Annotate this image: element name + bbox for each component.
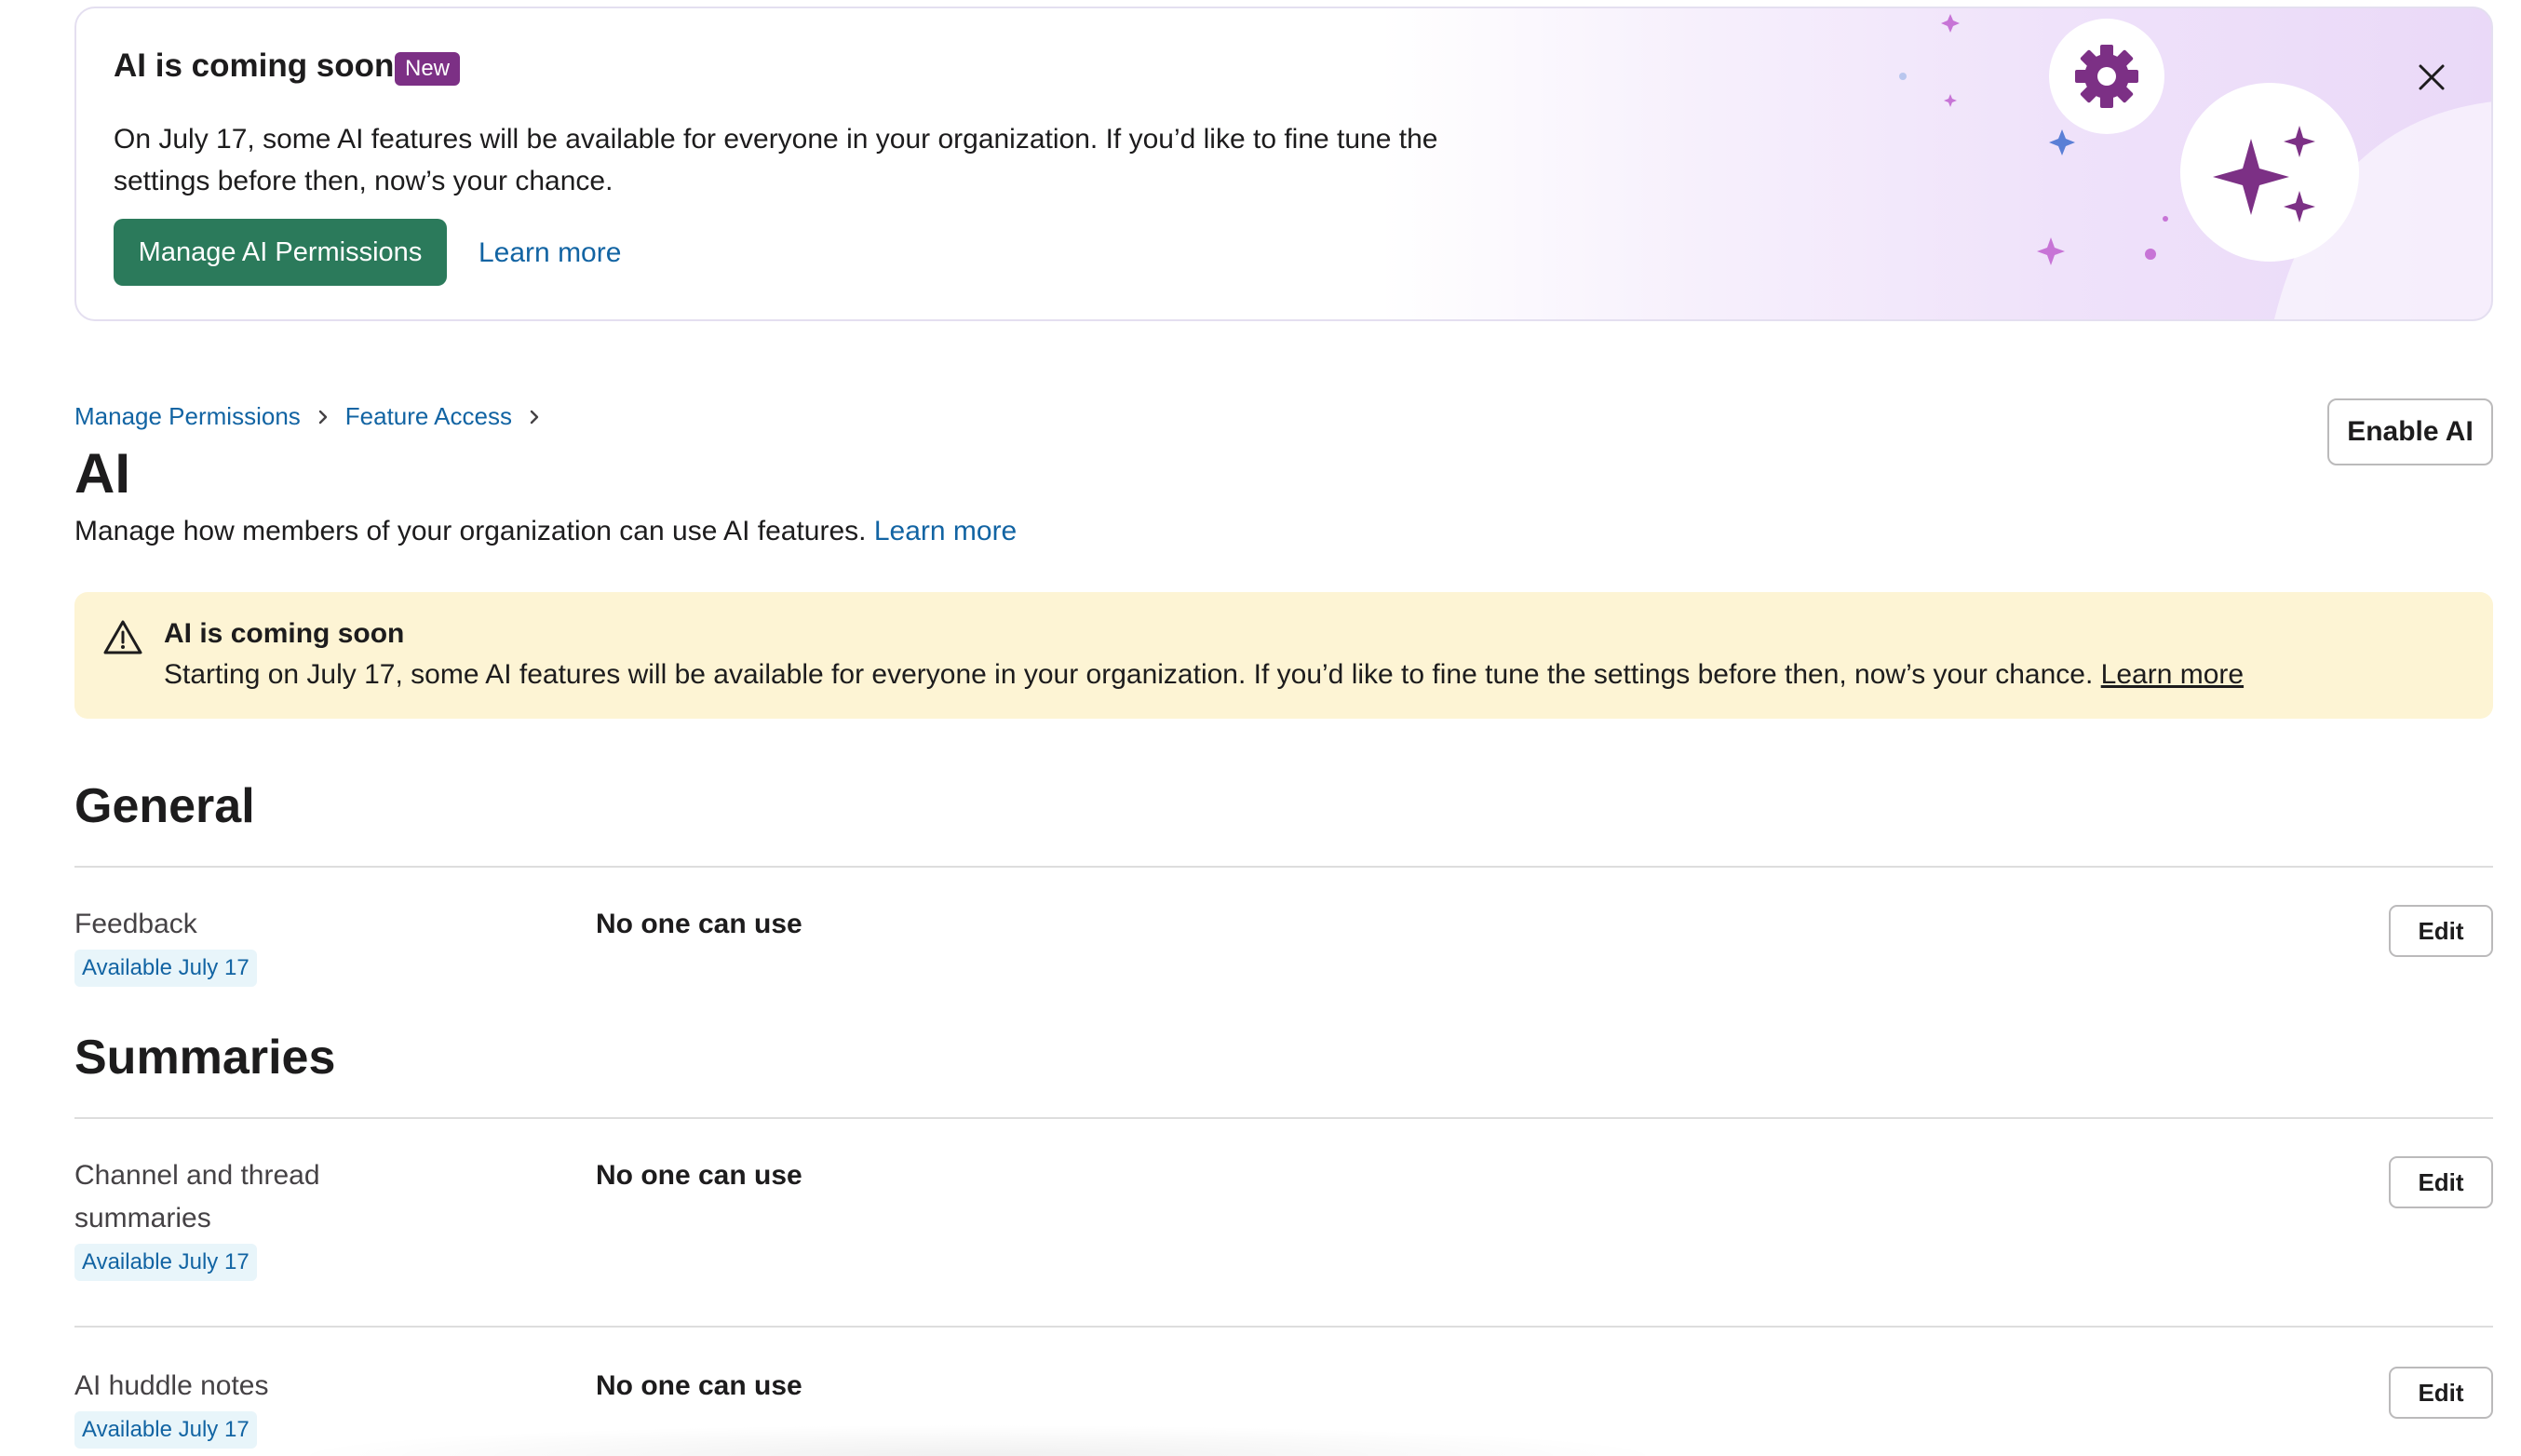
chevron-right-icon [530,410,539,424]
banner-learn-more-link[interactable]: Learn more [479,237,621,269]
manage-ai-permissions-button[interactable]: Manage AI Permissions [114,219,447,286]
setting-value: No one can use [596,1160,802,1191]
warning-title: AI is coming soon [164,618,405,649]
setting-value: No one can use [596,909,802,939]
page-title: AI [74,442,130,505]
banner-illustration [1899,14,2491,319]
breadcrumb-manage-permissions[interactable]: Manage Permissions [74,402,301,431]
ai-promo-banner: AI is coming soon New On July 17, some A… [74,7,2493,321]
banner-description: On July 17, some AI features will be ava… [114,124,1438,196]
breadcrumb-feature-access[interactable]: Feature Access [345,402,512,431]
gear-icon [2075,45,2138,108]
availability-badge: Available July 17 [74,1411,257,1449]
new-badge: New [395,52,461,86]
enable-ai-button[interactable]: Enable AI [2327,398,2493,465]
page-description: Manage how members of your organization … [74,516,1017,547]
edit-channel-thread-summaries-button[interactable]: Edit [2389,1156,2493,1208]
warning-body: Starting on July 17, some AI features wi… [164,659,2244,691]
breadcrumb: Manage Permissions Feature Access [74,402,557,431]
close-icon[interactable] [2413,59,2450,96]
page-description-text: Manage how members of your organization … [74,516,867,546]
setting-value: No one can use [596,1370,802,1401]
setting-name: Feedback [74,909,197,939]
warning-notice: AI is coming soon Starting on July 17, s… [74,592,2493,719]
divider [74,1117,2493,1119]
warning-body-text: Starting on July 17, some AI features wi… [164,659,2094,690]
edit-feedback-button[interactable]: Edit [2389,905,2493,957]
chevron-right-icon [318,410,327,424]
divider [74,1326,2493,1328]
section-title-general: General [74,779,255,833]
page-learn-more-link[interactable]: Learn more [874,516,1017,546]
edit-ai-huddle-notes-button[interactable]: Edit [2389,1367,2493,1419]
setting-name: Channel and thread summaries [74,1160,320,1234]
scroll-shadow [279,1424,1676,1456]
section-title-summaries: Summaries [74,1031,336,1085]
warning-icon [103,620,142,654]
availability-badge: Available July 17 [74,1244,257,1281]
setting-name: AI huddle notes [74,1370,269,1401]
banner-title: AI is coming soon [114,47,395,84]
divider [74,866,2493,868]
warning-learn-more-link[interactable]: Learn more [2101,659,2244,690]
availability-badge: Available July 17 [74,950,257,987]
